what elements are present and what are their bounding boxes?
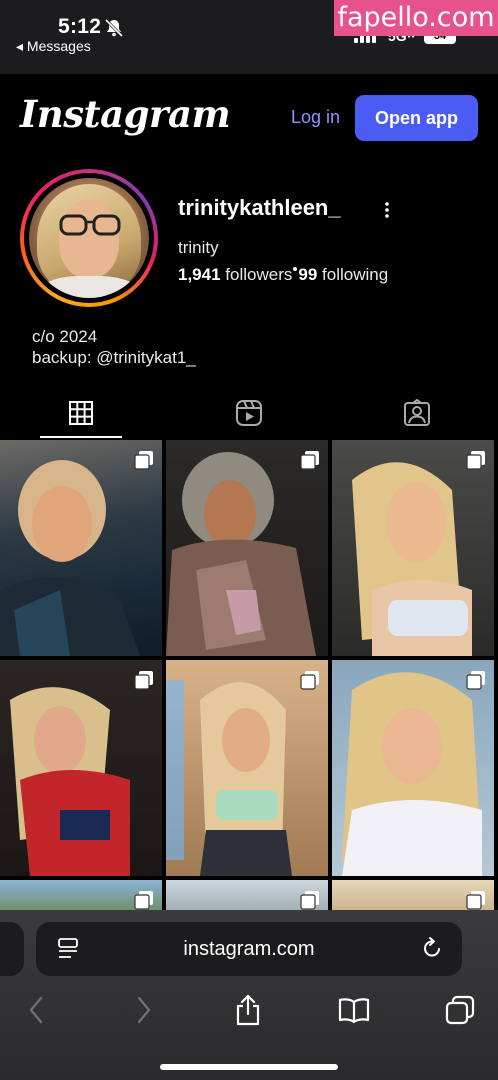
share-icon	[236, 994, 260, 1026]
tagged-icon	[404, 399, 430, 426]
separator-dot	[293, 267, 298, 271]
url-text: instagram.com	[183, 938, 315, 960]
profile-stats: 1,941 followers 99 following	[178, 265, 388, 285]
chevron-left-icon	[29, 996, 43, 1024]
post-image	[352, 462, 472, 656]
post-thumbnail[interactable]	[166, 440, 328, 656]
bell-off-icon	[104, 18, 124, 38]
share-button[interactable]	[230, 992, 266, 1028]
back-to-messages-link[interactable]: ◂ Messages	[16, 38, 91, 55]
carousel-icon	[466, 451, 485, 470]
book-icon	[338, 998, 370, 1023]
watermark: fapello.com	[334, 0, 498, 36]
post-thumbnail[interactable]	[332, 440, 494, 656]
carousel-icon	[466, 891, 485, 910]
profile-tabs	[0, 388, 498, 438]
status-time: 5:12	[58, 15, 102, 38]
carousel-icon	[134, 891, 153, 910]
tabs-icon	[445, 995, 475, 1025]
post-thumbnail[interactable]	[332, 660, 494, 876]
bookmarks-button[interactable]	[336, 992, 372, 1028]
more-options-icon[interactable]	[380, 200, 394, 220]
following-link[interactable]: 99 following	[298, 265, 388, 284]
forward-button[interactable]	[126, 992, 162, 1028]
post-thumbnail[interactable]	[0, 660, 162, 876]
profile-bio: c/o 2024 backup: @trinitykat1_	[32, 326, 196, 368]
post-image	[166, 452, 316, 656]
carousel-icon	[300, 891, 319, 910]
post-thumbnail[interactable]	[0, 440, 162, 656]
carousel-icon	[134, 671, 153, 690]
home-indicator[interactable]	[160, 1064, 338, 1070]
profile-full-name: trinity	[178, 238, 219, 257]
tab-tagged[interactable]	[376, 388, 458, 438]
instagram-logo[interactable]: Instagram	[20, 92, 231, 136]
tab-posts[interactable]	[40, 388, 122, 438]
avatar-photo	[29, 178, 149, 298]
post-image	[342, 672, 482, 876]
tab-reels[interactable]	[208, 388, 290, 438]
post-image	[166, 680, 292, 876]
post-image	[0, 460, 140, 656]
tabs-button[interactable]	[442, 992, 478, 1028]
profile-username: trinitykathleen_	[178, 195, 341, 220]
reload-icon[interactable]	[420, 936, 444, 960]
login-link[interactable]: Log in	[291, 107, 340, 128]
carousel-icon	[466, 671, 485, 690]
grid-icon	[69, 401, 93, 425]
bio-line: c/o 2024	[32, 327, 98, 346]
back-button[interactable]	[18, 992, 54, 1028]
glasses-shape	[59, 214, 121, 236]
carousel-icon	[300, 671, 319, 690]
carousel-icon	[300, 451, 319, 470]
address-bar[interactable]: instagram.com	[36, 922, 462, 976]
reels-icon	[236, 400, 262, 426]
avatar[interactable]	[20, 169, 158, 307]
post-image	[10, 687, 130, 876]
previous-tab-preview[interactable]	[0, 922, 24, 976]
post-thumbnail[interactable]	[166, 660, 328, 876]
carousel-icon	[134, 451, 153, 470]
bio-line: backup: @trinitykat1_	[32, 348, 196, 367]
chevron-right-icon	[137, 996, 151, 1024]
open-app-button[interactable]: Open app	[355, 95, 478, 141]
followers-link[interactable]: 1,941 followers	[178, 265, 292, 284]
